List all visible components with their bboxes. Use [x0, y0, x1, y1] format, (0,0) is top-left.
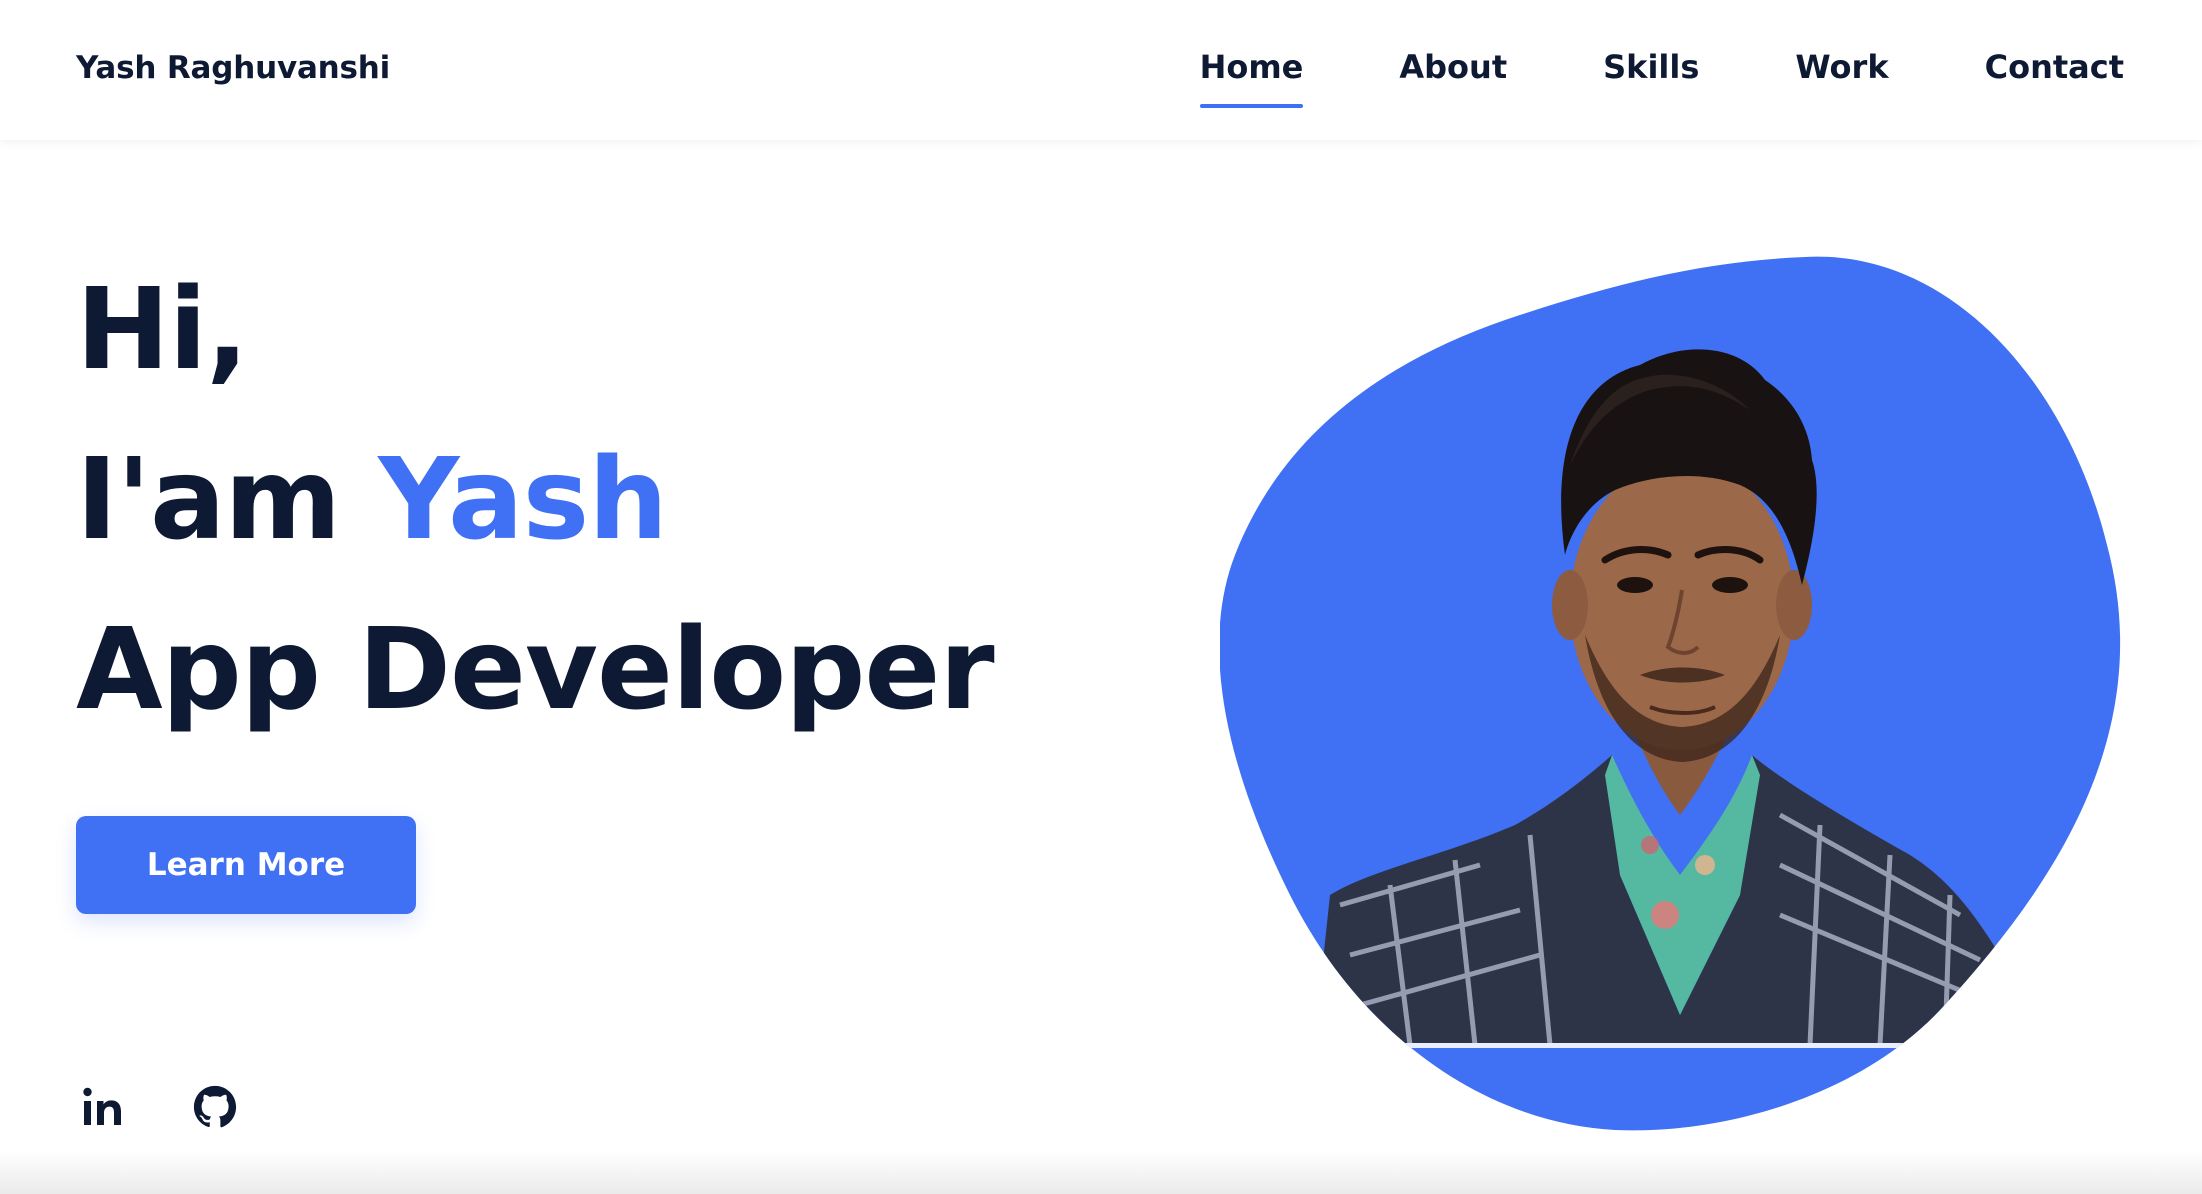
nav-skills[interactable]: Skills — [1603, 48, 1699, 86]
nav-contact[interactable]: Contact — [1985, 48, 2124, 86]
site-logo[interactable]: Yash Raghuvanshi — [76, 50, 390, 86]
hero-greeting: Hi, — [76, 265, 249, 395]
blob-background — [1220, 256, 2121, 1131]
hero-intro-prefix: I'am — [76, 435, 379, 565]
learn-more-button[interactable]: Learn More — [76, 816, 416, 914]
nav-home[interactable]: Home — [1199, 48, 1303, 108]
nav-work[interactable]: Work — [1795, 48, 1888, 86]
github-icon[interactable] — [188, 1080, 242, 1134]
main-nav: Home About Skills Work Contact — [1199, 48, 2124, 108]
nav-about[interactable]: About — [1399, 48, 1507, 86]
hero-intro-line: I'am Yash — [76, 415, 994, 585]
site-header: Yash Raghuvanshi Home About Skills Work … — [0, 0, 2202, 140]
hero-heading: Hi, I'am Yash App Developer — [76, 245, 995, 755]
linkedin-icon[interactable] — [76, 1080, 130, 1134]
social-links — [76, 1080, 242, 1134]
github-icon-glyph — [193, 1085, 237, 1128]
bottom-edge-shadow — [0, 1150, 2202, 1194]
hero-role: App Developer — [76, 605, 995, 735]
linkedin-icon-glyph — [83, 1087, 121, 1125]
hero-image-area — [1220, 255, 2125, 1135]
hero-name: Yash — [378, 435, 668, 565]
